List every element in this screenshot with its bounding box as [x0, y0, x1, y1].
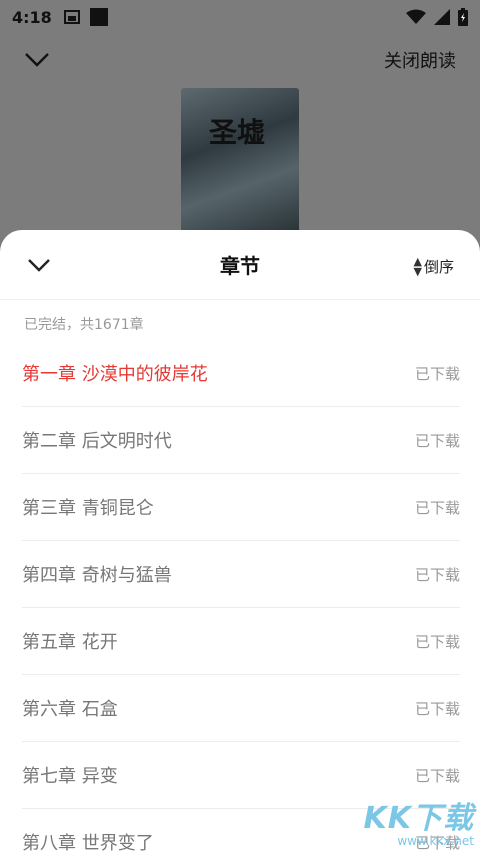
chapter-status: 已下载 — [414, 565, 460, 584]
chapter-title: 第七章 异变 — [22, 766, 118, 787]
signal-icon — [434, 9, 450, 25]
chapter-summary: 已完结，共1671章 — [24, 317, 144, 333]
cover-title-art: 圣墟 — [209, 116, 266, 149]
sort-icon: ▲ ▼ — [413, 254, 422, 278]
chapter-status: 已下载 — [414, 498, 460, 517]
chapter-row[interactable]: 第五章 花开 已下载 — [22, 608, 460, 675]
chapter-title: 第四章 奇树与猛兽 — [22, 565, 172, 586]
chevron-down-icon[interactable] — [24, 52, 50, 68]
sort-label: 倒序 — [423, 258, 454, 276]
chapter-status: 已下载 — [414, 431, 460, 450]
watermark: KK下载 www.kkx.net — [363, 801, 475, 849]
chapter-status: 已下载 — [414, 632, 460, 651]
close-read-button[interactable]: 关闭朗读 — [384, 47, 456, 73]
wifi-icon — [406, 9, 426, 24]
chapter-status: 已下载 — [414, 699, 460, 718]
chapter-status: 已下载 — [414, 364, 460, 383]
chapter-title: 第六章 石盒 — [22, 699, 118, 720]
status-time: 4:18 — [12, 7, 52, 27]
square-icon — [89, 8, 108, 26]
chapter-row[interactable]: 第四章 奇树与猛兽 已下载 — [22, 541, 460, 608]
chapter-title: 第二章 后文明时代 — [22, 431, 172, 452]
screen: 4:18 关闭朗读 圣墟 章节 ▲ ▼ 倒序 已完结，共1671章 第一章 沙漠… — [0, 0, 480, 854]
status-notifications — [63, 8, 108, 26]
status-bar: 4:18 — [0, 0, 480, 34]
sheet-header: 章节 ▲ ▼ 倒序 — [0, 230, 480, 300]
watermark-url: www.kkx.net — [397, 834, 474, 848]
sheet-title: 章节 — [220, 254, 260, 278]
chapter-status: 已下载 — [414, 766, 460, 785]
chapter-list: 第一章 沙漠中的彼岸花 已下载 第二章 后文明时代 已下载 第三章 青铜昆仑 已… — [0, 340, 480, 854]
chapter-row[interactable]: 第一章 沙漠中的彼岸花 已下载 — [22, 340, 460, 407]
status-system-icons — [406, 8, 468, 26]
chapter-row[interactable]: 第六章 石盒 已下载 — [22, 675, 460, 742]
chapter-row[interactable]: 第三章 青铜昆仑 已下载 — [22, 474, 460, 541]
chevron-down-icon[interactable] — [26, 254, 52, 276]
player-header: 关闭朗读 — [0, 40, 480, 80]
chapter-row[interactable]: 第二章 后文明时代 已下载 — [22, 407, 460, 474]
chapter-title: 第五章 花开 — [22, 632, 118, 653]
book-cover: 圣墟 — [181, 88, 299, 248]
image-icon — [63, 10, 80, 24]
chapter-sheet: 章节 ▲ ▼ 倒序 已完结，共1671章 第一章 沙漠中的彼岸花 已下载 第二章 … — [0, 230, 480, 854]
watermark-logo: KK下载 — [363, 801, 474, 836]
chapter-row[interactable]: 第七章 异变 已下载 — [22, 742, 460, 809]
chapter-title: 第八章 世界变了 — [22, 833, 154, 854]
sort-button[interactable]: ▲ ▼ 倒序 — [414, 256, 454, 277]
battery-icon — [458, 8, 468, 26]
chapter-title: 第一章 沙漠中的彼岸花 — [22, 364, 208, 385]
chapter-title: 第三章 青铜昆仑 — [22, 498, 154, 519]
